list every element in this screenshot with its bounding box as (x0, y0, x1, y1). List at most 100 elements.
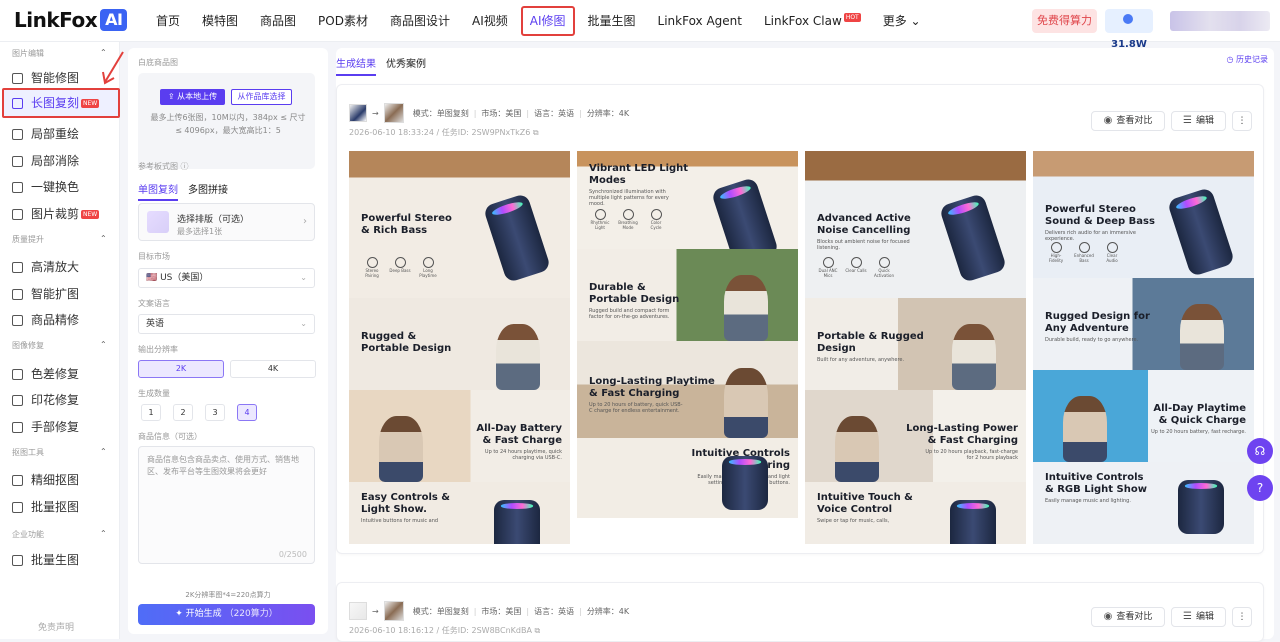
lifestyle-person-photo (496, 324, 540, 390)
generated-image-panel: Rugged & Portable Design (349, 298, 570, 390)
result-image-column[interactable]: Powerful Stereo Sound & Deep Bass Deliver… (1033, 151, 1254, 544)
resolution-4k[interactable]: 4K (230, 360, 316, 378)
sidebar-item[interactable]: 图片裁剪 NEW (12, 204, 112, 224)
feature-icon-label: Enhanced Bass (1074, 253, 1094, 263)
speaker-illustration (950, 500, 996, 544)
nav-item[interactable]: 商品图设计 (379, 0, 461, 42)
linkfox-logo[interactable]: LinkFox AI (14, 8, 128, 32)
nav-item[interactable]: 首页 (145, 0, 191, 42)
tab-examples[interactable]: 优秀案例 (386, 55, 426, 76)
sidebar-section-title[interactable]: 图像修复 ⌃ (12, 340, 107, 351)
sidebar-section-title[interactable]: 质量提升 ⌃ (12, 234, 107, 245)
sparkle-icon: ✦ (175, 609, 183, 619)
copy-icon[interactable]: ⧉ (533, 128, 539, 137)
compare-button[interactable]: ◉ 查看对比 (1091, 607, 1165, 627)
compare-button[interactable]: ◉ 查看对比 (1091, 111, 1165, 131)
sidebar-item[interactable]: 高清放大 (12, 257, 112, 277)
count-option-4[interactable]: 4 (237, 404, 257, 421)
nav-item[interactable]: 商品图 (249, 0, 307, 42)
source-thumbnail[interactable] (349, 104, 367, 122)
sidebar-item[interactable]: 长图复刻 NEW (2, 88, 120, 118)
copy-icon[interactable]: ⧉ (535, 626, 541, 635)
sidebar-section-title[interactable]: 企业功能 ⌃ (12, 529, 107, 540)
new-badge: NEW (81, 98, 100, 108)
result-image-column[interactable]: Vibrant LED Light Modes Synchronized illu… (577, 151, 798, 544)
history-link[interactable]: ◷ 历史记录 (1226, 54, 1268, 65)
disclaimer-link[interactable]: 免责声明 (38, 620, 74, 633)
more-vertical-icon: ⋮ (1237, 116, 1247, 126)
sidebar-item[interactable]: 批量生图 (12, 550, 112, 570)
question-icon: ? (1256, 481, 1264, 495)
language-select[interactable]: 英语 ⌄ (138, 314, 315, 334)
layout-selector[interactable]: 选择排版（可选） 最多选择1张 › (138, 203, 315, 241)
sidebar-item[interactable]: 色差修复 (12, 364, 112, 384)
panel-subtext: Up to 20 hours playback, fast-charge for… (925, 449, 1018, 461)
sidebar-item-label: 高清放大 (31, 260, 80, 274)
sidebar-item[interactable]: 批量抠图 (12, 497, 112, 517)
crop-icon (12, 208, 23, 220)
product-info-textarea[interactable]: 商品信息包含商品卖点、使用方式、销售地区、发布平台等生图效果将会更好 0/250… (138, 446, 315, 564)
nav-item[interactable]: LinkFox Claw HOT (753, 0, 872, 42)
result-image-column[interactable]: Advanced Active Noise Cancelling Blocks o… (805, 151, 1026, 544)
sidebar-item-label: 智能扩图 (31, 287, 80, 301)
count-option-2[interactable]: 2 (173, 404, 193, 421)
sidebar-item[interactable]: 智能扩图 (12, 284, 112, 304)
edit-button[interactable]: ☰ 编辑 (1171, 607, 1226, 627)
support-headset-button[interactable]: ☊ (1247, 438, 1273, 464)
sidebar-section-title[interactable]: 抠图工具 ⌃ (12, 447, 107, 458)
nav-item[interactable]: AI修图 (519, 0, 577, 42)
upload-local-button[interactable]: ⇪ 从本地上传 (160, 89, 225, 105)
reference-thumbnail[interactable] (383, 601, 404, 621)
lifestyle-person-photo (724, 275, 768, 341)
layout-title: 选择排版（可选） (177, 215, 250, 225)
more-menu-button[interactable]: ⋮ (1232, 111, 1252, 131)
result-image-column[interactable]: Powerful Stereo & Rich Bass Stereo Pairin… (349, 151, 570, 544)
panel-subtext: Up to 20 hours battery, fast recharge. (1151, 429, 1246, 435)
free-credits-button[interactable]: 免费得算力 (1032, 9, 1097, 33)
sidebar-item[interactable]: 一键换色 (12, 177, 112, 197)
feature-icon-label: Clear Audio (1106, 253, 1118, 263)
generate-cost: （220算力） (224, 609, 278, 619)
nav-item[interactable]: 更多 ⌄ (872, 0, 932, 42)
sidebar-item[interactable]: 手部修复 (12, 417, 112, 437)
tab-results[interactable]: 生成结果 (336, 55, 376, 76)
more-menu-button[interactable]: ⋮ (1232, 607, 1252, 627)
resolution-2k[interactable]: 2K (138, 360, 224, 378)
refine-icon (12, 314, 23, 326)
sidebar-item[interactable]: 印花修复 (12, 390, 112, 410)
sidebar-item[interactable]: 商品精修 (12, 310, 112, 330)
sidebar-item[interactable]: 智能修图 (12, 68, 112, 88)
upload-library-button[interactable]: 从作品库选择 (231, 89, 292, 105)
generated-image-panel: Long-Lasting Power & Fast Charging Up to … (805, 390, 1026, 482)
nav-item[interactable]: POD素材 (307, 0, 379, 42)
chevron-up-icon: ⌃ (100, 447, 107, 456)
nav-item[interactable]: LinkFox Agent (647, 0, 753, 42)
nav-item[interactable]: 模特图 (191, 0, 249, 42)
resolution-label: 输出分辨率 (138, 345, 178, 354)
generated-image-panel: Advanced Active Noise Cancelling Blocks o… (805, 151, 1026, 298)
tab-multi-stitch[interactable]: 多图拼接 (188, 181, 228, 201)
nav-item[interactable]: AI视频 (461, 0, 519, 42)
help-icon[interactable]: ⓘ (181, 162, 189, 171)
help-button[interactable]: ? (1247, 475, 1273, 501)
count-option-1[interactable]: 1 (141, 404, 161, 421)
edit-button[interactable]: ☰ 编辑 (1171, 111, 1226, 131)
sidebar-item[interactable]: 局部消除 (12, 151, 112, 171)
feature-icon-label: Deep Bass (389, 268, 411, 273)
nav-item[interactable]: 批量生图 (577, 0, 647, 42)
start-generate-button[interactable]: ✦ 开始生成 （220算力） (138, 604, 315, 625)
market-select[interactable]: 🇺🇸 US（美国） ⌄ (138, 268, 315, 288)
upload-area[interactable]: ⇪ 从本地上传 从作品库选择 最多上传6张图，10M以内，384px ≤ 尺寸 … (138, 73, 315, 169)
generated-image-panel: Easy Controls & Light Show. Intuitive but… (349, 482, 570, 544)
sidebar-item[interactable]: 精细抠图 (12, 470, 112, 490)
credits-balance[interactable]: 31.8W (1105, 9, 1153, 50)
reference-thumbnail[interactable] (383, 103, 404, 123)
sidebar-item[interactable]: 局部重绘 (12, 124, 112, 144)
upload-hint: 最多上传6张图，10M以内，384px ≤ 尺寸 ≤ 4096px，最大宽高比1… (150, 113, 306, 135)
source-thumbnail[interactable] (349, 602, 367, 620)
tab-single-copy[interactable]: 单图复刻 (138, 181, 178, 201)
sidebar-section-title[interactable]: 图片编辑 ⌃ (12, 48, 107, 59)
product-info-placeholder: 商品信息包含商品卖点、使用方式、销售地区、发布平台等生图效果将会更好 (147, 455, 299, 476)
count-option-3[interactable]: 3 (205, 404, 225, 421)
user-avatar[interactable] (1170, 11, 1270, 31)
